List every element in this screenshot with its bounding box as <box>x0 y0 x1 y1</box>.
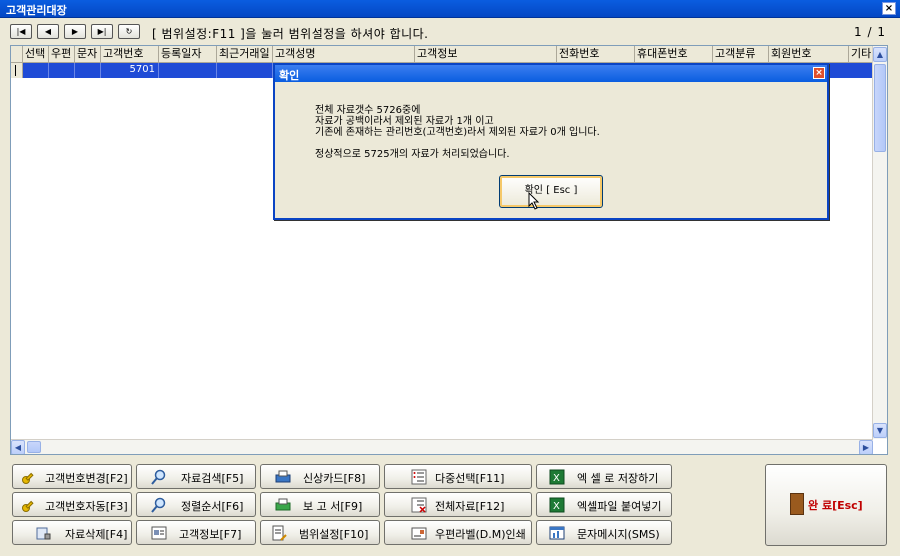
column-header-mobile[interactable]: 휴대폰번호 <box>635 46 713 63</box>
mail-label-icon <box>411 525 427 541</box>
multi-select-label: 다중선택[F11] <box>435 472 505 485</box>
sort-order-label: 정렬순서[F6] <box>181 500 244 513</box>
profile-card-label: 신상카드[F8] <box>303 472 366 485</box>
column-header-last-trade[interactable]: 최근거래일 <box>217 46 273 63</box>
sms-label: 문자메시지(SMS) <box>577 528 660 541</box>
search-records-label: 자료검색[F5] <box>181 472 244 485</box>
change-customer-no-label: 고객번호변경[F2] <box>45 472 128 485</box>
last-record-button[interactable]: ▶| <box>91 24 113 39</box>
vertical-scroll-thumb[interactable] <box>874 64 886 152</box>
excel-icon: X <box>549 469 565 485</box>
column-header-phone[interactable]: 전화번호 <box>557 46 635 63</box>
svg-text:X: X <box>553 501 560 512</box>
excel-icon: X <box>549 497 565 513</box>
done-label: 완 료[Esc] <box>808 499 863 512</box>
paste-excel-button[interactable]: X 엑셀파일 붙여넣기 <box>536 492 672 517</box>
prev-record-button[interactable]: ◀ <box>37 24 59 39</box>
scroll-up-arrow-icon[interactable]: ▲ <box>873 47 887 62</box>
page-count: 1 / 1 <box>854 25 886 39</box>
scroll-left-arrow-icon[interactable]: ◀ <box>11 440 25 454</box>
key-icon <box>21 497 37 513</box>
column-header-customer-no[interactable]: 고객번호 <box>101 46 159 63</box>
horizontal-scroll-thumb[interactable] <box>27 441 41 453</box>
range-hint-text: [ 범위설정:F11 ]을 눌러 범위설정을 하셔야 합니다. <box>152 27 429 41</box>
change-customer-no-button[interactable]: 고객번호변경[F2] <box>12 464 132 489</box>
report-label: 보 고 서[F9] <box>303 500 363 513</box>
cell-postal <box>49 63 75 78</box>
all-records-label: 전체자료[F12] <box>435 500 505 513</box>
range-setting-label: 범위설정[F10] <box>299 528 369 541</box>
info-card-icon <box>151 525 167 541</box>
grid-header: 선택 우편 문자 고객번호 등록일자 최근거래일 고객성명 고객정보 전화번호 … <box>11 46 873 63</box>
customer-info-label: 고객정보[F7] <box>179 528 242 541</box>
scroll-down-arrow-icon[interactable]: ▼ <box>873 423 887 438</box>
printer-icon <box>275 469 291 485</box>
paste-excel-label: 엑셀파일 붙여넣기 <box>577 500 662 513</box>
mouse-pointer-icon <box>528 192 540 210</box>
sort-order-button[interactable]: 정렬순서[F6] <box>136 492 256 517</box>
printer-icon <box>275 497 291 513</box>
dialog-line-result: 정상적으로 5725개의 자료가 처리되었습니다. <box>315 149 510 160</box>
window-close-button[interactable]: × <box>882 2 896 15</box>
confirm-dialog: 확인 × 전체 자료갯수 5726중에 자료가 공백이라서 제외된 자료가 1개… <box>273 63 829 220</box>
edit-caret-icon <box>15 65 16 76</box>
column-header-member-no[interactable]: 회원번호 <box>769 46 849 63</box>
save-to-excel-label: 엑 셀 로 저장하기 <box>577 472 659 485</box>
cell-sms <box>75 63 101 78</box>
cell-last-trade <box>217 63 273 78</box>
column-header-postal[interactable]: 우편 <box>49 46 75 63</box>
window-titlebar: 고객관리대장 × <box>0 0 900 18</box>
column-header-info[interactable]: 고객정보 <box>415 46 557 63</box>
svg-text:X: X <box>553 473 560 484</box>
column-header-name[interactable]: 고객성명 <box>273 46 415 63</box>
customer-info-button[interactable]: 고객정보[F7] <box>136 520 256 545</box>
scroll-right-arrow-icon[interactable]: ▶ <box>859 440 873 454</box>
cell-customer-no[interactable]: 5701 <box>101 63 159 78</box>
print-mail-label-button[interactable]: 우편라벨(D.M)인쇄 <box>384 520 532 545</box>
column-header-etc[interactable]: 기타 <box>849 46 873 63</box>
dialog-title: 확인 <box>279 69 300 82</box>
save-to-excel-button[interactable]: X 엑 셀 로 저장하기 <box>536 464 672 489</box>
profile-card-button[interactable]: 신상카드[F8] <box>260 464 380 489</box>
delete-icon <box>35 525 51 541</box>
column-header-reg-date[interactable]: 등록일자 <box>159 46 217 63</box>
magnifier-icon <box>151 469 167 485</box>
sms-button[interactable]: 문자메시지(SMS) <box>536 520 672 545</box>
next-record-button[interactable]: ▶ <box>64 24 86 39</box>
report-button[interactable]: 보 고 서[F9] <box>260 492 380 517</box>
document-edit-icon <box>271 525 287 541</box>
cell-select <box>23 63 49 78</box>
dialog-ok-button[interactable]: 확인 [ Esc ] <box>499 175 603 208</box>
delete-records-label: 자료삭제[F4] <box>65 528 128 541</box>
column-header-category[interactable]: 고객분류 <box>713 46 769 63</box>
done-button[interactable]: 완 료[Esc] <box>765 464 887 546</box>
vertical-scrollbar[interactable]: ▲ ▼ <box>872 46 887 439</box>
dialog-close-button[interactable]: × <box>813 67 825 79</box>
range-setting-button[interactable]: 범위설정[F10] <box>260 520 380 545</box>
row-indicator-header <box>11 46 23 63</box>
search-records-button[interactable]: 자료검색[F5] <box>136 464 256 489</box>
key-icon <box>21 469 37 485</box>
magnifier-icon <box>151 497 167 513</box>
horizontal-scrollbar[interactable]: ◀ ▶ <box>11 439 873 454</box>
column-header-select[interactable]: 선택 <box>23 46 49 63</box>
row-indicator <box>11 63 23 78</box>
first-record-button[interactable]: |◀ <box>10 24 32 39</box>
dialog-titlebar: 확인 × <box>275 65 827 82</box>
column-header-sms[interactable]: 문자 <box>75 46 101 63</box>
auto-customer-no-button[interactable]: 고객번호자동[F3] <box>12 492 132 517</box>
checklist-icon <box>411 469 427 485</box>
print-mail-label-label: 우편라벨(D.M)인쇄 <box>435 528 526 541</box>
auto-customer-no-label: 고객번호자동[F3] <box>45 500 128 513</box>
dialog-line-duplicate: 기존에 존재하는 관리번호(고객번호)라서 제외된 자료가 0개 입니다. <box>315 127 600 138</box>
all-records-button[interactable]: 전체자료[F12] <box>384 492 532 517</box>
multi-select-button[interactable]: 다중선택[F11] <box>384 464 532 489</box>
cell-reg-date <box>159 63 217 78</box>
refresh-button[interactable]: ↻ <box>118 24 140 39</box>
chart-window-icon <box>549 525 565 541</box>
checklist-icon <box>411 497 427 513</box>
delete-records-button[interactable]: 자료삭제[F4] <box>12 520 132 545</box>
exit-door-icon <box>790 493 804 515</box>
window-title: 고객관리대장 <box>6 4 67 17</box>
